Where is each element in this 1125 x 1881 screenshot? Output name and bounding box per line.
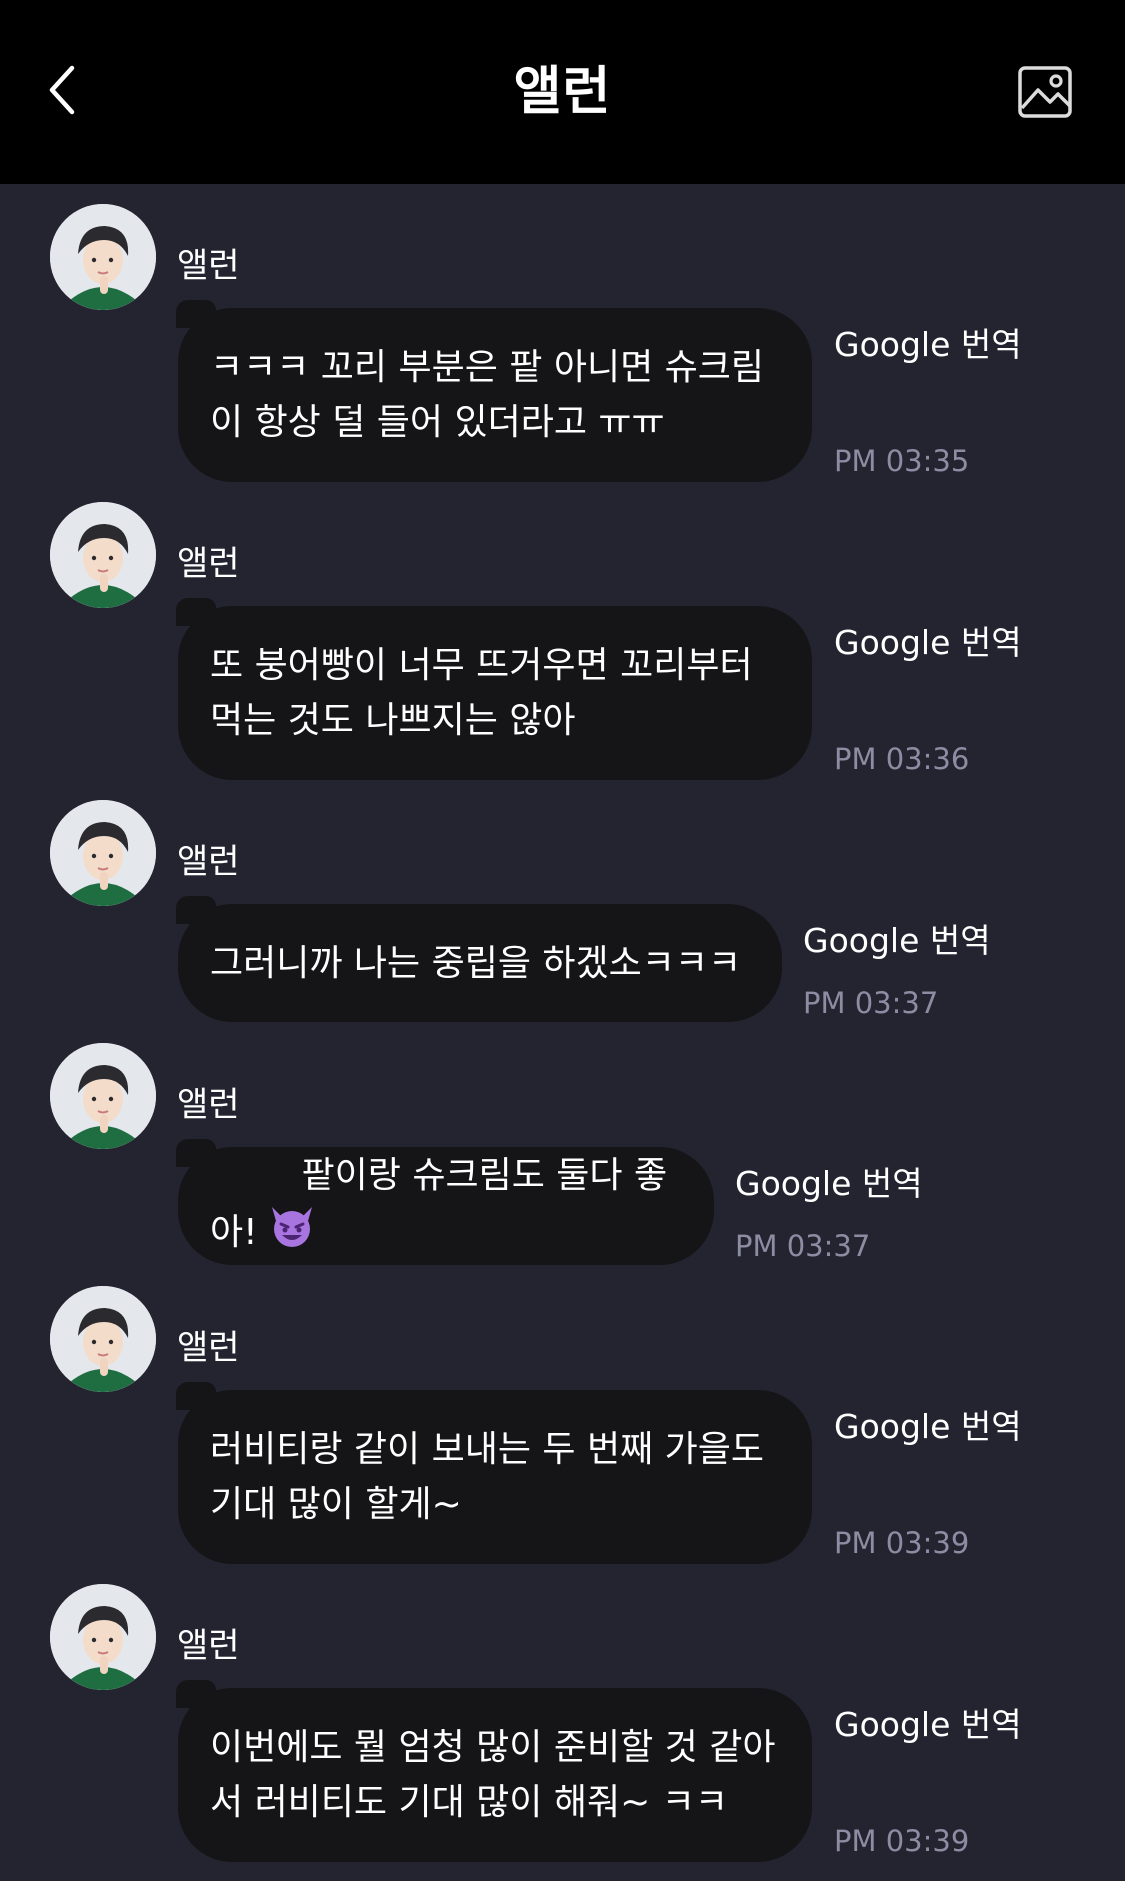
sender-name: 앨런 — [177, 544, 240, 584]
avatar[interactable] — [50, 1584, 156, 1690]
avatar[interactable] — [50, 502, 156, 608]
message-bubble[interactable]: 또 붕어빵이 너무 뜨거우면 꼬리부터 먹는 것도 나쁘지는 않아 — [176, 598, 812, 780]
avatar[interactable] — [50, 1286, 156, 1392]
google-translate-button[interactable]: Google 번역 — [803, 914, 991, 962]
google-translate-button[interactable]: Google 번역 — [834, 318, 1022, 366]
message-text: 그러니까 나는 중립을 하겠소ㅋㅋㅋ — [210, 942, 742, 984]
message-time: PM 03:37 — [735, 1229, 871, 1263]
google-translate-button[interactable]: Google 번역 — [735, 1157, 923, 1205]
google-translate-button[interactable]: Google 번역 — [834, 616, 1022, 664]
message-bubble[interactable]: ㅋㅋㅋ 꼬리 부분은 팥 아니면 슈크림 이 항상 덜 들어 있더라고 ㅠㅠ — [176, 300, 812, 482]
message-bubble[interactable]: 팥이랑 슈크림도 둘다 좋아! — [176, 1139, 714, 1265]
message-text: 이번에도 뭘 엄청 많이 준비할 것 같아 서 러비티도 기대 많이 해줘~ ㅋ… — [210, 1727, 776, 1823]
smiling-devil-icon — [268, 1203, 316, 1265]
avatar[interactable] — [50, 204, 156, 310]
message-time: PM 03:39 — [834, 1526, 970, 1560]
chat-header: 앨런 — [0, 0, 1125, 184]
avatar[interactable] — [50, 1043, 156, 1149]
message-bubble[interactable]: 이번에도 뭘 엄청 많이 준비할 것 같아 서 러비티도 기대 많이 해줘~ ㅋ… — [176, 1680, 812, 1862]
avatar[interactable] — [50, 800, 156, 906]
sender-name: 앨런 — [177, 246, 240, 286]
sender-name: 앨런 — [177, 1328, 240, 1368]
message-time: PM 03:39 — [834, 1824, 970, 1858]
sender-name: 앨런 — [177, 842, 240, 882]
google-translate-button[interactable]: Google 번역 — [834, 1400, 1022, 1448]
message-bubble[interactable]: 그러니까 나는 중립을 하겠소ㅋㅋㅋ — [176, 896, 782, 1022]
message-time: PM 03:35 — [834, 444, 970, 478]
image-icon — [1018, 66, 1072, 118]
sender-name: 앨런 — [177, 1626, 240, 1666]
message-text: 또 붕어빵이 너무 뜨거우면 꼬리부터 먹는 것도 나쁘지는 않아 — [210, 645, 753, 741]
message-text: ㅋㅋㅋ 꼬리 부분은 팥 아니면 슈크림 이 항상 덜 들어 있더라고 ㅠㅠ — [210, 347, 765, 443]
chat-title: 앨런 — [513, 62, 612, 122]
message-bubble[interactable]: 러비티랑 같이 보내는 두 번째 가을도 기대 많이 할게~ — [176, 1382, 812, 1564]
gallery-button[interactable] — [1016, 62, 1076, 122]
google-translate-button[interactable]: Google 번역 — [834, 1698, 1022, 1746]
message-text: 러비티랑 같이 보내는 두 번째 가을도 기대 많이 할게~ — [210, 1429, 765, 1525]
message-list[interactable]: 앨런 ㅋㅋㅋ 꼬리 부분은 팥 아니면 슈크림 이 항상 덜 들어 있더라고 ㅠ… — [0, 184, 1125, 1881]
message-time: PM 03:37 — [803, 986, 939, 1020]
message-time: PM 03:36 — [834, 742, 970, 776]
